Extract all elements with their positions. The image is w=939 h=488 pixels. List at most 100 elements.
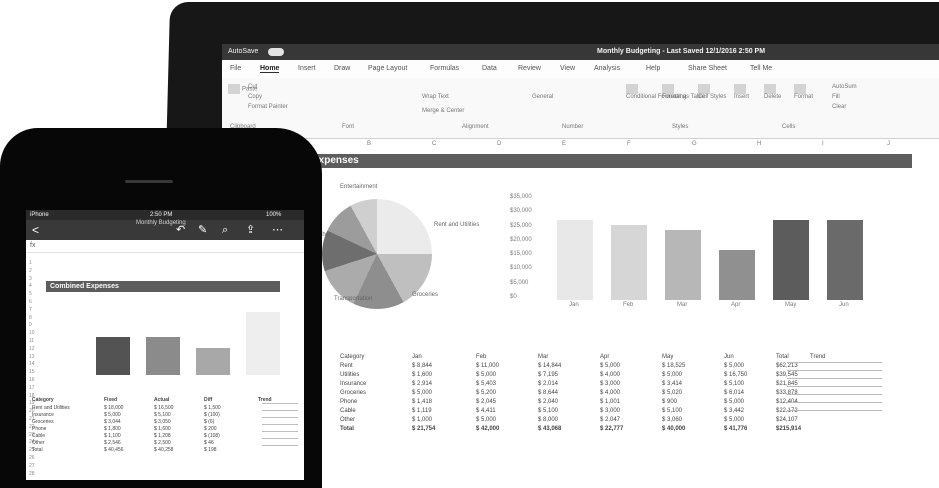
search-icon[interactable]: ⌕ bbox=[222, 220, 228, 240]
table-cell[interactable]: $ 5,200 bbox=[476, 390, 496, 396]
table-cell[interactable]: $ 198 bbox=[204, 447, 217, 453]
table-cell[interactable]: Utilities bbox=[340, 372, 359, 378]
number-format-select[interactable]: General bbox=[532, 94, 553, 100]
tab-data[interactable]: Data bbox=[482, 65, 497, 72]
table-cell[interactable]: $ 3,044 bbox=[104, 419, 121, 425]
delete-cells-button[interactable]: Delete bbox=[764, 84, 781, 100]
tab-view[interactable]: View bbox=[560, 65, 575, 72]
table-cell[interactable]: $ 40,000 bbox=[662, 426, 685, 432]
table-cell[interactable]: $ 1,000 bbox=[412, 417, 432, 423]
column-header[interactable]: G bbox=[692, 141, 697, 147]
table-cell[interactable]: $ 5,000 bbox=[600, 363, 620, 369]
undo-icon[interactable]: ↶ bbox=[176, 220, 185, 240]
bar[interactable] bbox=[96, 337, 130, 375]
table-cell[interactable]: $ 2,047 bbox=[600, 417, 620, 423]
table-cell[interactable]: $ 2,045 bbox=[476, 399, 496, 405]
table-cell[interactable]: Other bbox=[340, 417, 355, 423]
table-cell[interactable]: $ 41,776 bbox=[724, 426, 747, 432]
table-cell[interactable]: Other bbox=[32, 440, 45, 446]
column-header[interactable]: F bbox=[627, 141, 631, 147]
back-icon[interactable]: < bbox=[32, 220, 39, 240]
column-header[interactable]: C bbox=[432, 141, 436, 147]
table-cell[interactable]: $ 1,001 bbox=[600, 399, 620, 405]
table-cell[interactable]: Insurance bbox=[340, 381, 366, 387]
table-cell[interactable]: $ 46 bbox=[204, 440, 214, 446]
table-cell[interactable]: Total bbox=[32, 447, 43, 453]
table-cell[interactable]: $ 21,754 bbox=[412, 426, 435, 432]
table-cell[interactable]: $ 4,000 bbox=[600, 372, 620, 378]
column-header[interactable]: I bbox=[822, 141, 824, 147]
table-cell[interactable]: $ 3,000 bbox=[600, 381, 620, 387]
table-cell[interactable]: $ 1,600 bbox=[154, 426, 171, 432]
tab-tell-me[interactable]: Tell Me bbox=[750, 65, 772, 72]
format-cells-button[interactable]: Format bbox=[794, 84, 813, 100]
table-cell[interactable]: $ 5,000 bbox=[724, 363, 744, 369]
table-cell[interactable]: $ 1,418 bbox=[412, 399, 432, 405]
tab-share-sheet[interactable]: Share Sheet bbox=[688, 65, 727, 72]
table-cell[interactable]: $ 18,525 bbox=[662, 363, 685, 369]
column-header[interactable]: E bbox=[562, 141, 566, 147]
tab-draw[interactable]: Draw bbox=[334, 65, 350, 72]
more-icon[interactable]: ⋯ bbox=[272, 220, 283, 240]
table-cell[interactable]: $ 1,119 bbox=[412, 408, 432, 414]
table-cell[interactable]: $ 8,844 bbox=[412, 363, 432, 369]
table-cell[interactable]: $ 7,195 bbox=[538, 372, 558, 378]
table-cell[interactable]: Phone bbox=[340, 399, 357, 405]
table-cell[interactable]: Insurance bbox=[32, 412, 54, 418]
table-cell[interactable]: $ 5,000 bbox=[476, 417, 496, 423]
bar[interactable] bbox=[557, 220, 593, 300]
tab-formulas[interactable]: Formulas bbox=[430, 65, 459, 72]
table-cell[interactable]: $ 1,800 bbox=[104, 426, 121, 432]
table-cell[interactable]: $ 11,000 bbox=[476, 363, 499, 369]
table-cell[interactable]: $ 1,208 bbox=[154, 433, 171, 439]
table-cell[interactable]: $ (6) bbox=[204, 419, 214, 425]
table-cell[interactable]: $ 900 bbox=[662, 399, 677, 405]
table-cell[interactable]: $ 5,000 bbox=[724, 417, 744, 423]
tab-analysis[interactable]: Analysis bbox=[594, 65, 620, 72]
bar[interactable] bbox=[246, 312, 280, 375]
table-cell[interactable]: $ 1,600 bbox=[412, 372, 432, 378]
column-header[interactable]: B bbox=[367, 141, 371, 147]
table-cell[interactable]: $ 40,456 bbox=[104, 447, 123, 453]
bar[interactable] bbox=[146, 337, 180, 375]
table-cell[interactable]: Rent and Utilities bbox=[32, 405, 70, 411]
table-cell[interactable]: $ (108) bbox=[204, 433, 220, 439]
table-cell[interactable]: $ 16,500 bbox=[154, 405, 173, 411]
tab-file[interactable]: File bbox=[230, 65, 241, 72]
table-cell[interactable]: $ 4,000 bbox=[600, 390, 620, 396]
table-cell[interactable]: Groceries bbox=[32, 419, 54, 425]
table-cell[interactable]: $ 5,000 bbox=[724, 399, 744, 405]
table-cell[interactable]: $ 5,000 bbox=[412, 390, 432, 396]
table-cell[interactable]: $ 5,000 bbox=[662, 372, 682, 378]
tab-insert[interactable]: Insert bbox=[298, 65, 316, 72]
table-cell[interactable]: Groceries bbox=[340, 390, 366, 396]
tab-home[interactable]: Home bbox=[260, 65, 280, 73]
table-cell[interactable]: $ 2,914 bbox=[412, 381, 432, 387]
table-cell[interactable]: $ 5,100 bbox=[538, 408, 558, 414]
table-cell[interactable]: Cable bbox=[32, 433, 45, 439]
table-cell[interactable]: Cable bbox=[340, 408, 356, 414]
table-cell[interactable]: $ 3,050 bbox=[154, 419, 171, 425]
table-cell[interactable]: $ 5,403 bbox=[476, 381, 496, 387]
table-cell[interactable]: $ 5,000 bbox=[476, 372, 496, 378]
table-cell[interactable]: Rent bbox=[340, 363, 353, 369]
table-cell[interactable]: $ 14,844 bbox=[538, 363, 561, 369]
table-cell[interactable]: $ 5,000 bbox=[104, 412, 121, 418]
column-header[interactable]: D bbox=[497, 141, 501, 147]
insert-cells-button[interactable]: Insert bbox=[734, 84, 749, 100]
table-cell[interactable]: $ 2,040 bbox=[538, 399, 558, 405]
table-cell[interactable]: $ 200 bbox=[204, 426, 217, 432]
autosum-button[interactable]: AutoSum bbox=[832, 84, 857, 90]
table-cell[interactable]: $ 16,750 bbox=[724, 372, 747, 378]
cut-button[interactable]: Cut bbox=[248, 84, 257, 90]
table-cell[interactable]: $ 5,100 bbox=[724, 381, 744, 387]
tab-help[interactable]: Help bbox=[646, 65, 660, 72]
bar[interactable] bbox=[665, 230, 701, 300]
table-cell[interactable]: $ 5,100 bbox=[662, 408, 682, 414]
table-cell[interactable]: $ 2,500 bbox=[154, 440, 171, 446]
merge-center-button[interactable]: Merge & Center bbox=[422, 108, 464, 114]
column-header[interactable]: J bbox=[887, 141, 890, 147]
wrap-text-button[interactable]: Wrap Text bbox=[422, 94, 449, 100]
table-cell[interactable]: $ 8,000 bbox=[538, 417, 558, 423]
pen-icon[interactable]: ✎ bbox=[198, 220, 207, 240]
